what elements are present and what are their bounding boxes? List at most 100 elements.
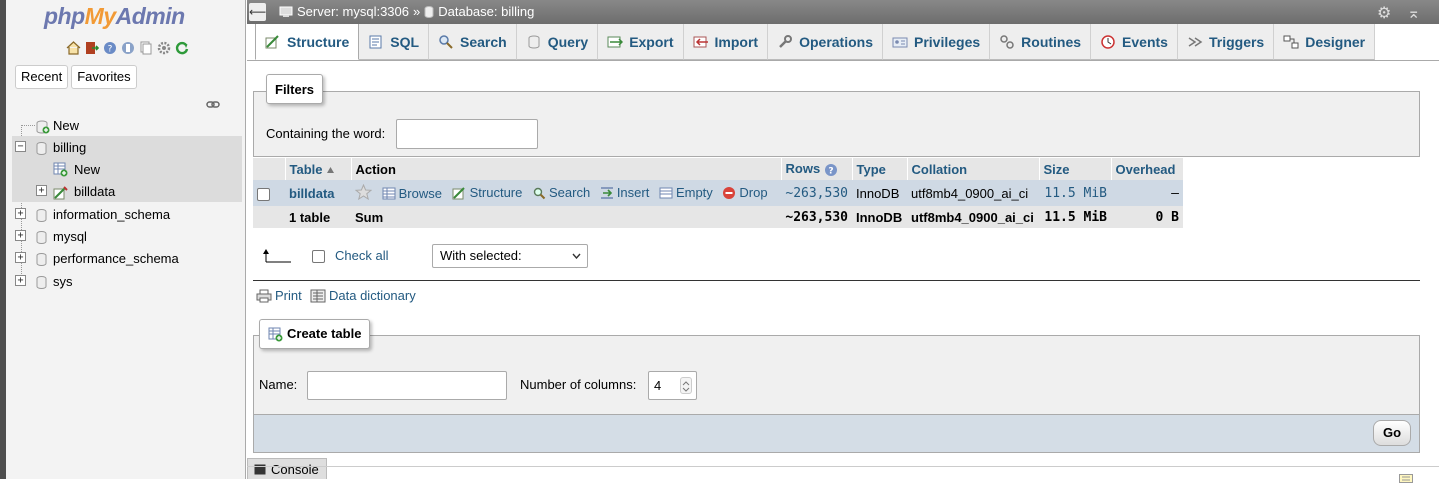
- spinner-icon[interactable]: [680, 377, 692, 394]
- breadcrumb-database-link[interactable]: Database: billing: [438, 4, 534, 19]
- tree-item-label: information_schema: [53, 206, 171, 222]
- expand-icon[interactable]: +: [15, 275, 26, 286]
- expand-icon[interactable]: +: [36, 185, 47, 196]
- header-rows[interactable]: Rows ?: [781, 158, 853, 180]
- tab-search[interactable]: Search: [429, 24, 517, 60]
- header-size[interactable]: Size: [1039, 158, 1112, 180]
- insert-action[interactable]: Insert: [600, 185, 649, 200]
- phpmyadmin-logo[interactable]: phpMyAdmin: [44, 3, 185, 30]
- console-tab[interactable]: Console: [247, 458, 327, 479]
- tab-privileges[interactable]: Privileges: [883, 24, 991, 60]
- collapse-top-icon[interactable]: ⌅: [1407, 3, 1420, 23]
- structure-icon: [452, 186, 465, 199]
- table-name-label: Name:: [259, 377, 298, 392]
- browse-action[interactable]: Browse: [382, 186, 442, 201]
- summary-size: 11.5 MiB: [1039, 206, 1111, 228]
- tree-item-information-schema[interactable]: + information_schema: [12, 203, 242, 225]
- recent-tab[interactable]: Recent: [15, 65, 69, 89]
- breadcrumb-server-link[interactable]: Server: mysql:3306: [297, 4, 409, 19]
- breadcrumb-bar: ⟵ Server: mysql:3306 » Database: billing…: [247, 0, 1439, 24]
- header-collation[interactable]: Collation: [907, 158, 1040, 180]
- check-all-checkbox[interactable]: [312, 250, 325, 263]
- privileges-icon: [892, 37, 908, 47]
- print-link[interactable]: Print: [256, 288, 302, 303]
- structure-action[interactable]: Structure: [452, 185, 522, 200]
- table-row[interactable]: billdata Browse Structure Search Insert …: [253, 180, 1183, 206]
- tab-routines[interactable]: Routines: [990, 24, 1092, 60]
- tab-label: Operations: [799, 33, 873, 50]
- main-panel: Filters Containing the word: Table Actio…: [247, 61, 1439, 484]
- favorites-tab[interactable]: Favorites: [71, 65, 137, 89]
- copy-icon[interactable]: [138, 40, 153, 55]
- header-overhead[interactable]: Overhead: [1111, 158, 1184, 180]
- breadcrumb: Server: mysql:3306 » Database: billing: [279, 4, 534, 19]
- search-action[interactable]: Search: [532, 185, 590, 200]
- with-selected-select[interactable]: With selected:: [432, 244, 588, 268]
- tab-triggers[interactable]: Triggers: [1177, 24, 1275, 60]
- tree-item-mysql[interactable]: + mysql: [12, 225, 242, 247]
- expand-icon[interactable]: +: [15, 208, 26, 219]
- type-cell: InnoDB: [852, 180, 907, 206]
- tree-item-sys[interactable]: + sys: [12, 270, 242, 292]
- tree-item-label: mysql: [53, 228, 87, 244]
- help-icon[interactable]: ?: [102, 40, 117, 55]
- tab-designer[interactable]: Designer: [1274, 24, 1376, 60]
- go-button[interactable]: Go: [1373, 420, 1411, 446]
- table-name-cell: billdata: [285, 180, 351, 206]
- link-with-main-panel-icon[interactable]: [206, 96, 220, 111]
- table-name-input[interactable]: [307, 371, 507, 400]
- settings-icon[interactable]: [156, 40, 171, 55]
- reload-icon[interactable]: [174, 40, 189, 55]
- empty-action[interactable]: Empty: [659, 185, 713, 200]
- drop-action[interactable]: Drop: [722, 185, 768, 200]
- dictionary-icon: [310, 289, 326, 302]
- collapse-icon[interactable]: −: [15, 141, 26, 152]
- page-settings-icon[interactable]: [1399, 470, 1413, 485]
- docs-icon[interactable]: [120, 40, 135, 55]
- tab-events[interactable]: Events: [1091, 24, 1178, 60]
- tab-import[interactable]: Import: [683, 24, 769, 60]
- home-icon[interactable]: [66, 40, 81, 55]
- rows-cell[interactable]: ~263,530: [781, 180, 852, 206]
- tree-item-billdata[interactable]: + billdata: [12, 180, 242, 202]
- tab-operations[interactable]: Operations: [768, 24, 883, 60]
- tab-structure[interactable]: Structure: [255, 24, 360, 60]
- row-checkbox[interactable]: [257, 187, 270, 201]
- settings-gear-icon[interactable]: ⚙: [1377, 3, 1391, 23]
- logout-icon[interactable]: [84, 40, 99, 55]
- collapse-navigation-icon[interactable]: ⟵: [249, 3, 266, 21]
- tab-export[interactable]: Export: [598, 24, 684, 60]
- tab-sql[interactable]: SQL: [359, 24, 430, 60]
- database-icon: [36, 140, 47, 156]
- size-cell[interactable]: 11.5 MiB: [1039, 180, 1111, 206]
- favorite-star-icon[interactable]: [355, 183, 372, 200]
- summary-row: 1 table Sum ~263,530 InnoDB utf8mb4_0900…: [253, 206, 1183, 228]
- tab-query[interactable]: Query: [516, 24, 599, 60]
- menu-tabs: Structure SQL Search Query Export Import…: [247, 24, 1439, 61]
- tree-item-label: billdata: [74, 183, 116, 199]
- expand-icon[interactable]: +: [15, 230, 26, 241]
- table-name-link[interactable]: billdata: [289, 186, 335, 201]
- tree-item-label: billing: [53, 139, 87, 155]
- data-dictionary-link[interactable]: Data dictionary: [310, 288, 416, 303]
- filter-input[interactable]: [396, 119, 538, 149]
- filter-label: Containing the word:: [266, 126, 386, 141]
- expand-icon[interactable]: +: [15, 252, 26, 263]
- print-icon: [256, 289, 272, 302]
- divider: [253, 280, 1420, 281]
- tree-item-new-database[interactable]: New: [12, 114, 242, 136]
- header-type[interactable]: Type: [852, 158, 908, 180]
- tree-item-new-table[interactable]: New: [12, 158, 242, 180]
- help-icon[interactable]: ?: [824, 163, 838, 177]
- empty-icon: [659, 187, 673, 198]
- check-all-label[interactable]: Check all: [335, 248, 388, 263]
- columns-number-input[interactable]: 4: [648, 371, 697, 400]
- header-table[interactable]: Table: [285, 158, 352, 180]
- console-divider: [247, 466, 1439, 467]
- search-icon: [439, 34, 453, 49]
- tree-item-performance-schema[interactable]: + performance_schema: [12, 247, 242, 269]
- tree-item-billing[interactable]: − billing: [12, 136, 242, 158]
- database-icon: [424, 5, 434, 18]
- database-icon: [36, 274, 47, 290]
- summary-rows: ~263,530: [781, 206, 852, 228]
